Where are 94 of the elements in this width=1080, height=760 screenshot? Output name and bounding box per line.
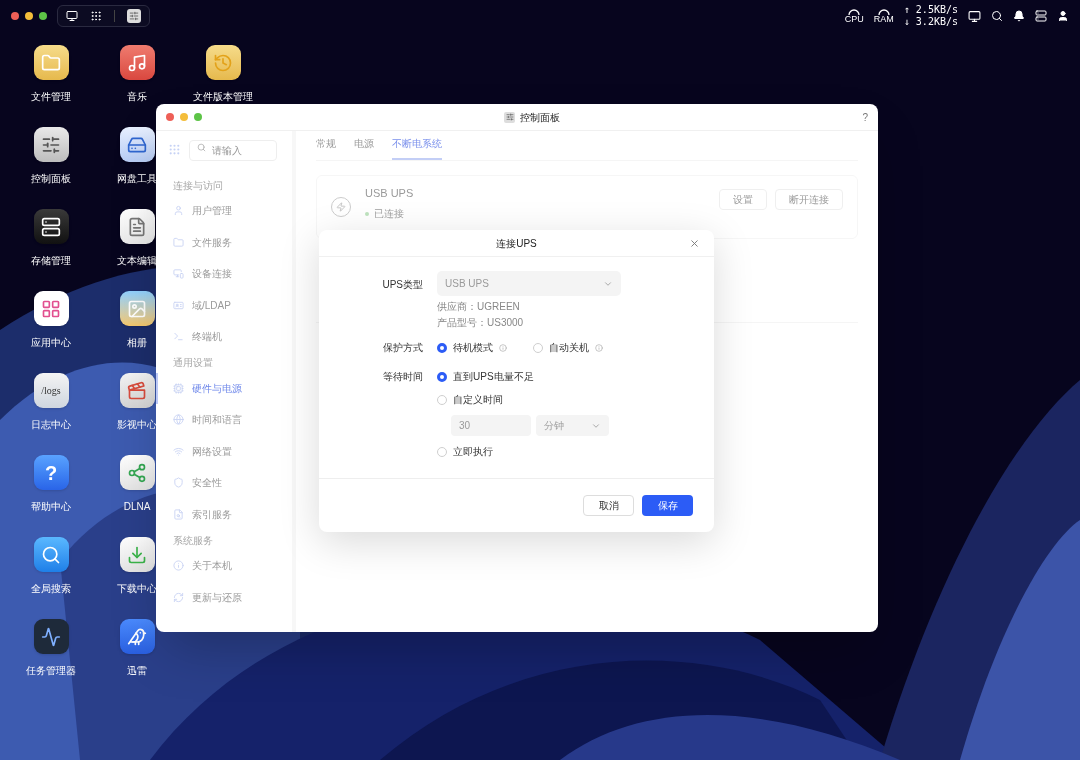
drive-icon[interactable] [119, 127, 155, 162]
download-icon[interactable] [119, 537, 155, 572]
info-icon [173, 560, 184, 572]
app-label[interactable]: 任务管理器 [26, 663, 76, 678]
music-note-icon[interactable] [119, 45, 155, 80]
field-label: UPS类型 [381, 278, 424, 292]
app-label[interactable]: 文件版本管理 [193, 89, 253, 104]
app-label[interactable]: 存储管理 [31, 253, 71, 268]
cpu-label: CPU [844, 15, 864, 24]
icon-text: ? [44, 460, 58, 486]
user-icon[interactable] [1057, 10, 1069, 22]
log-icon[interactable]: /logs [33, 373, 69, 408]
clapperboard-icon[interactable] [119, 373, 155, 408]
model-text: 产品型号：US3000 [437, 316, 525, 330]
shield-icon [173, 477, 184, 489]
globe-icon [173, 414, 184, 426]
section-heading: 通用设置 [172, 356, 214, 370]
option-label[interactable]: 待机模式 [453, 340, 493, 355]
search-icon[interactable] [33, 537, 69, 572]
cancel-button[interactable]: 取消 [583, 495, 634, 516]
field-label: 保护方式 [382, 341, 424, 355]
tab[interactable]: 不断电系统 [392, 136, 442, 160]
file-search-icon [173, 508, 184, 520]
radio-button[interactable] [437, 371, 447, 382]
app-label[interactable]: 日志中心 [31, 417, 71, 432]
app-label[interactable]: 影视中心 [117, 417, 157, 432]
photo-icon[interactable] [119, 291, 155, 326]
app-label[interactable]: 控制面板 [31, 171, 71, 186]
history-icon[interactable] [205, 45, 241, 80]
window-title: 控制面板 [520, 110, 561, 125]
folder-icon [173, 236, 184, 248]
close-button[interactable] [166, 113, 174, 121]
upload-speed: ↑ 2.5KB/s [903, 4, 958, 16]
notification-icon[interactable] [1013, 10, 1025, 22]
sliders-icon [504, 111, 516, 123]
field-label: 等待时间 [382, 370, 424, 384]
sliders-icon[interactable] [33, 127, 69, 162]
minimize-button[interactable] [25, 12, 33, 20]
notepad-icon[interactable] [119, 209, 155, 244]
help-button[interactable]: ? [862, 109, 868, 125]
maximize-button[interactable] [39, 12, 47, 20]
app-label[interactable]: DLNA [123, 499, 151, 514]
search-icon[interactable] [991, 10, 1003, 22]
close-icon[interactable] [689, 238, 700, 249]
app-label[interactable]: 文件管理 [31, 89, 71, 104]
vendor-text: 供应商：UGREEN [437, 300, 521, 314]
storage-icon[interactable] [33, 209, 69, 244]
app-label[interactable]: 全局搜索 [31, 581, 71, 596]
dialog-title: 连接UPS [496, 236, 537, 251]
share-icon[interactable] [119, 455, 155, 490]
sidebar-item[interactable]: 硬件与电源 [156, 372, 292, 404]
app-label[interactable]: 迅雷 [127, 663, 147, 678]
terminal-icon [173, 331, 184, 343]
app-label[interactable]: 相册 [127, 335, 147, 350]
sliders-icon[interactable] [127, 9, 141, 23]
activity-chart-icon[interactable] [33, 619, 69, 654]
app-label[interactable]: 音乐 [127, 89, 147, 104]
user-icon [173, 205, 184, 217]
option-label[interactable]: 自定义时间 [453, 392, 503, 407]
search-field[interactable]: 请输入 [189, 140, 277, 161]
desktop-icon[interactable] [66, 10, 78, 22]
server-icon[interactable] [1035, 10, 1047, 22]
save-button[interactable]: 保存 [642, 495, 693, 516]
close-button[interactable] [11, 12, 19, 20]
app-label[interactable]: 下载中心 [117, 581, 157, 596]
id-card-icon [173, 299, 184, 311]
bird-icon[interactable] [119, 619, 155, 654]
gauge-icon[interactable] [877, 8, 890, 15]
refresh-icon [173, 591, 184, 603]
folder-icon[interactable] [33, 45, 69, 80]
ups-name: USB UPS [365, 185, 414, 201]
download-speed: ↓ 3.2KB/s [903, 16, 958, 28]
app-label[interactable]: 应用中心 [31, 335, 71, 350]
network-icon [173, 445, 184, 457]
app-label[interactable]: 文本编辑 [117, 253, 157, 268]
device-icon [173, 268, 184, 280]
app-grid-icon[interactable] [90, 10, 102, 22]
help-icon[interactable]: ? [33, 455, 69, 490]
monitor-icon[interactable] [968, 9, 981, 23]
app-label[interactable]: 帮助中心 [31, 499, 71, 514]
search-icon [197, 143, 206, 152]
ram-label: RAM [873, 15, 894, 24]
option-label[interactable]: 直到UPS电量不足 [453, 369, 534, 384]
chip-icon [173, 382, 184, 394]
option-label[interactable]: 自动关机 [549, 340, 589, 355]
radio-button[interactable] [437, 342, 447, 353]
gauge-icon[interactable] [848, 8, 861, 15]
status-text: 已连接 [374, 207, 404, 222]
section-heading: 连接与访问 [172, 178, 224, 193]
app-label[interactable]: 网盘工具 [117, 171, 157, 186]
option-label[interactable]: 立即执行 [453, 444, 493, 459]
app-grid-icon[interactable] [33, 291, 69, 326]
section-heading: 系统服务 [172, 533, 214, 548]
icon-text: /logs [41, 384, 61, 398]
